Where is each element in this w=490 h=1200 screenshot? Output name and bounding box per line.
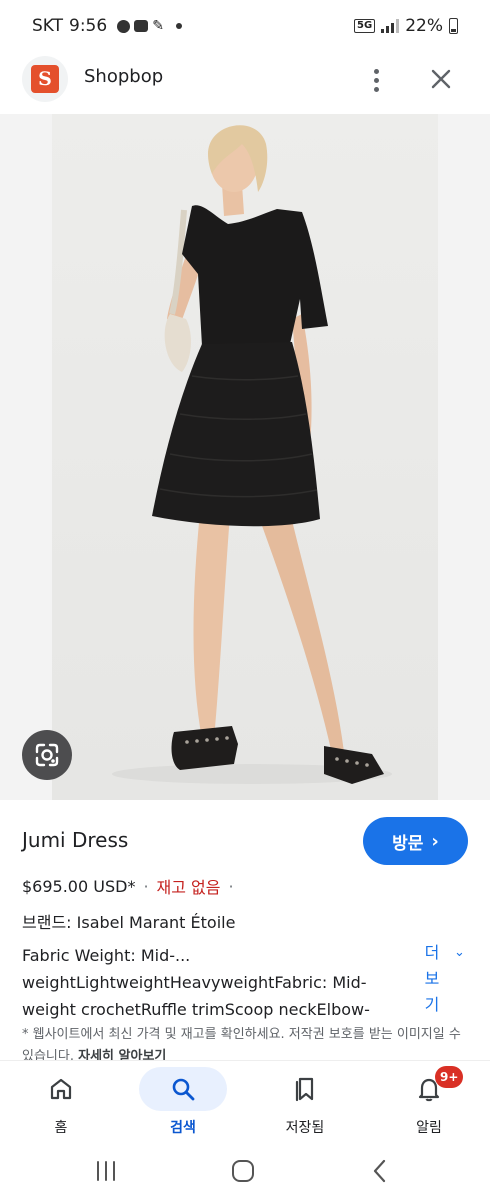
bottom-navigation: 홈 검색 저장됨 9+ 알림 — [0, 1060, 490, 1144]
back-icon — [373, 1159, 386, 1183]
chevron-down-icon: ⌄ — [454, 945, 465, 960]
description-line: Fabric Weight: Mid-... — [22, 946, 191, 965]
status-right: 5G 22% — [354, 16, 458, 36]
nav-saved-label: 저장됨 — [285, 1120, 325, 1136]
show-more-button[interactable]: 더 보 기 ⌄ — [422, 940, 466, 1018]
close-button[interactable] — [424, 62, 458, 96]
carrier-label: SKT — [32, 16, 64, 36]
nav-notifications-icon-wrap: 9+ — [385, 1066, 473, 1111]
description-line: weightLightweightHeavyweightFabric: Mid- — [22, 973, 367, 992]
home-system-button[interactable] — [223, 1156, 263, 1186]
more-options-button[interactable] — [362, 62, 390, 98]
price: $695.00 USD* — [22, 876, 136, 896]
search-icon — [172, 1078, 195, 1101]
show-more-char: 기 — [424, 995, 440, 1014]
separator-dot: · — [228, 876, 234, 896]
visit-button[interactable]: 방문 › — [363, 817, 468, 865]
google-lens-button[interactable] — [22, 730, 72, 780]
system-navigation-bar — [0, 1144, 490, 1200]
product-photo[interactable] — [52, 114, 438, 800]
nav-saved[interactable]: 저장됨 — [260, 1067, 350, 1141]
description-line: weight crochetRuffle trimScoop neckElbow… — [22, 1000, 370, 1019]
nav-notifications[interactable]: 9+ 알림 — [384, 1066, 474, 1141]
notification-icons: ✎ — [117, 18, 182, 34]
notification-badge: 9+ — [435, 1066, 464, 1088]
nav-search[interactable]: 검색 — [138, 1067, 228, 1141]
more-dot-icon — [373, 68, 379, 74]
show-more-char: 더 — [424, 943, 440, 962]
lens-icon — [35, 743, 59, 767]
youtube-icon — [134, 20, 149, 32]
back-button[interactable] — [360, 1156, 400, 1186]
model-in-dress-image — [112, 125, 392, 784]
battery-icon — [449, 18, 458, 34]
chevron-right-icon: › — [431, 830, 439, 852]
signal-icon — [381, 19, 400, 33]
status-bar: SKT 9:56 ✎ 5G 22% — [0, 0, 490, 52]
nav-home-label: 홈 — [54, 1120, 68, 1136]
recent-apps-button[interactable] — [86, 1156, 126, 1186]
show-more-char: 보 — [424, 969, 440, 988]
nav-home-icon-wrap — [17, 1067, 105, 1111]
status-left: SKT 9:56 ✎ — [32, 16, 182, 36]
show-more-label: 더 보 기 — [422, 940, 442, 1018]
nav-home[interactable]: 홈 — [16, 1067, 106, 1141]
nav-search-icon-wrap — [139, 1067, 227, 1111]
more-notifications-icon — [175, 23, 182, 29]
network-icon: 5G — [354, 19, 376, 33]
learn-more-link[interactable]: 자세히 알아보기 — [78, 1049, 166, 1060]
talk-icon — [117, 19, 131, 33]
close-icon — [431, 69, 451, 89]
nav-notifications-label: 알림 — [416, 1120, 442, 1136]
more-dot-icon — [373, 86, 379, 92]
battery-percent: 22% — [405, 16, 443, 36]
price-line: $695.00 USD* · 재고 없음 · — [22, 874, 234, 898]
stock-status: 재고 없음 — [156, 878, 221, 897]
nav-saved-icon-wrap — [261, 1067, 349, 1111]
home-circle-icon — [232, 1160, 254, 1182]
site-title[interactable]: Shopbop — [84, 66, 163, 87]
product-image-area — [0, 114, 490, 800]
visit-label: 방문 — [392, 833, 424, 854]
price-notice: * 웹사이트에서 최신 가격 및 재고를 확인하세요. 저작권 보호를 받는 이… — [22, 1024, 472, 1060]
home-icon — [50, 1078, 72, 1100]
brand-line: 브랜드: Isabel Marant Étoile — [22, 913, 236, 932]
product-description: Fabric Weight: Mid-... weightLightweight… — [22, 942, 402, 1023]
shopbop-logo-icon: S — [31, 65, 59, 93]
product-title: Jumi Dress — [22, 828, 129, 852]
app-header: S Shopbop — [0, 52, 490, 114]
more-dot-icon — [373, 77, 379, 83]
collections-icon — [295, 1077, 314, 1102]
pen-icon: ✎ — [152, 18, 164, 34]
nav-search-label: 검색 — [170, 1120, 196, 1136]
separator-dot: · — [143, 876, 149, 896]
recent-apps-icon — [97, 1161, 115, 1181]
site-logo[interactable]: S — [22, 56, 68, 102]
time-label: 9:56 — [69, 16, 108, 36]
